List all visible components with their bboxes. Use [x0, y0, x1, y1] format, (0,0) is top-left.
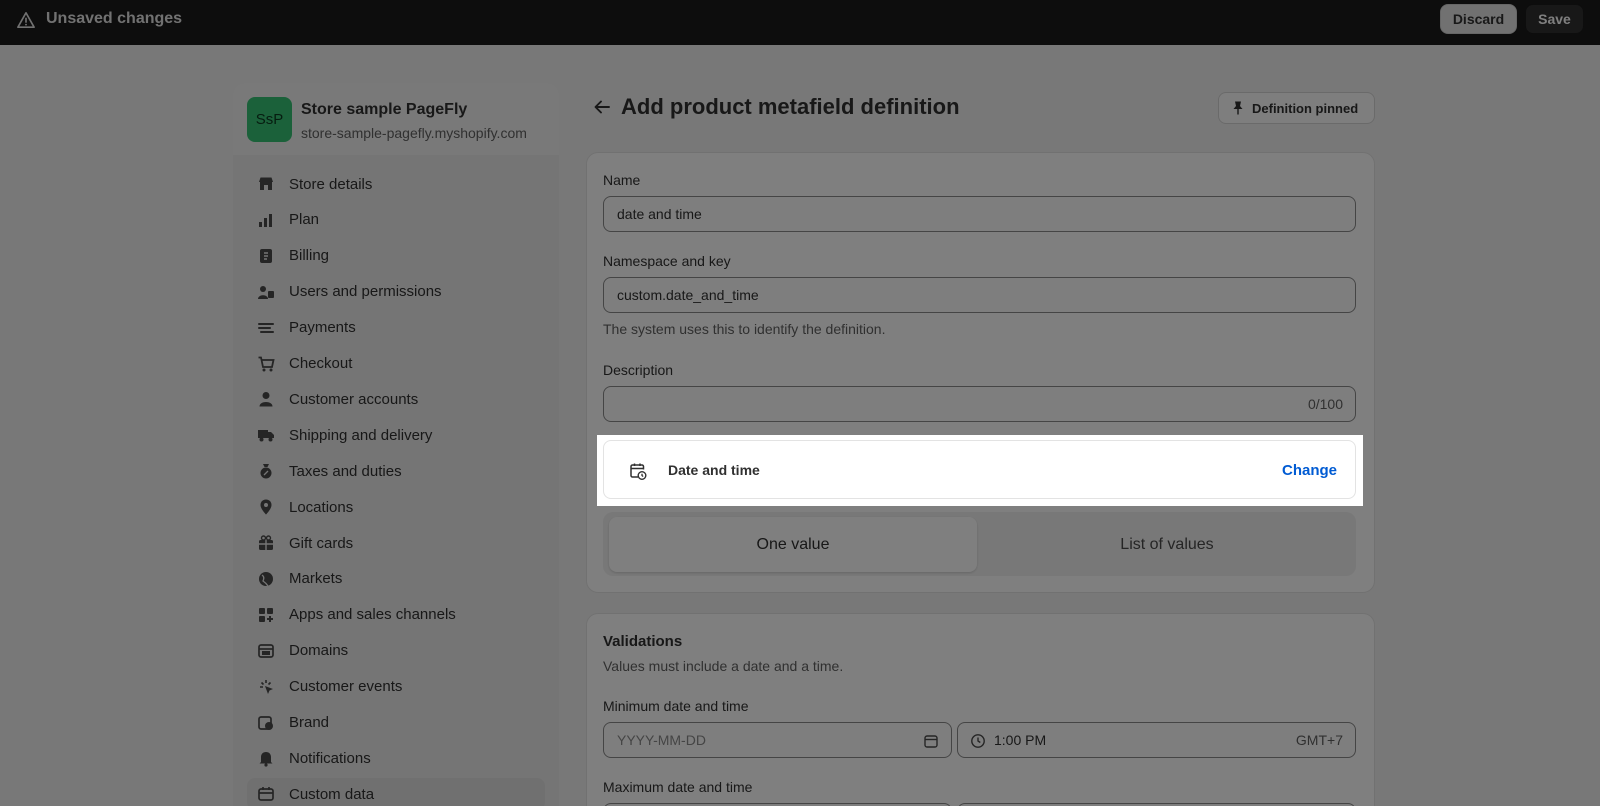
sidebar-item-billing[interactable]: Billing	[247, 240, 545, 272]
sidebar-item-locations[interactable]: Locations	[247, 491, 545, 523]
pin-icon	[1233, 101, 1243, 115]
store-header[interactable]: SsP Store sample PageFly store-sample-pa…	[233, 83, 559, 155]
min-date-placeholder: YYYY-MM-DD	[617, 732, 706, 748]
sidebar-item-gift-cards[interactable]: Gift cards	[247, 527, 545, 559]
sidebar-item-label: Customer events	[289, 678, 403, 696]
store-name: Store sample PageFly	[301, 101, 468, 118]
cart-icon	[258, 356, 275, 371]
custom-data-icon	[258, 787, 274, 802]
sidebar-item-markets[interactable]: Markets	[247, 563, 545, 595]
change-type-link[interactable]: Change	[1282, 462, 1337, 479]
sidebar-item-label: Checkout	[289, 355, 353, 372]
min-date-label: Minimum date and time	[603, 698, 749, 714]
unsaved-changes-bar: Unsaved changes Discard Save	[0, 0, 1600, 45]
validations-title: Validations	[603, 633, 683, 650]
clock-icon	[971, 734, 985, 748]
timezone-label: GMT+7	[1295, 732, 1343, 748]
globe-icon	[259, 571, 273, 587]
sidebar-item-label: Notifications	[289, 749, 371, 767]
sidebar-item-label: Brand	[289, 714, 330, 731]
sidebar-item-label: Locations	[289, 498, 354, 516]
name-input-value: date and time	[617, 206, 702, 222]
sidebar-item-apps-and-sales-channels[interactable]: Apps and sales channels	[247, 599, 545, 631]
namespace-help: The system uses this to identify the def…	[603, 321, 886, 337]
sidebar-item-label: Domains	[289, 642, 349, 660]
truck-icon	[258, 430, 274, 442]
namespace-label: Namespace and key	[603, 253, 731, 269]
min-time-value: 1:00 PM	[994, 732, 1047, 748]
sidebar-item-brand[interactable]: Brand	[247, 707, 545, 739]
payments-icon	[258, 322, 274, 333]
billing-icon	[260, 248, 272, 263]
sidebar-item-label: Store details	[289, 175, 373, 193]
calendar-time-icon	[630, 463, 647, 480]
apps-icon	[259, 607, 273, 622]
person-icon	[259, 392, 273, 407]
sidebar-item-store-details[interactable]: Store details	[247, 168, 545, 200]
sidebar-item-label: Payments	[289, 319, 356, 337]
cursor-icon	[260, 679, 273, 694]
sidebar-item-plan[interactable]: Plan	[247, 204, 545, 236]
type-selector: Date and time Change	[603, 440, 1356, 499]
sidebar-item-notifications[interactable]: Notifications	[247, 742, 545, 774]
sidebar-item-label: Gift cards	[289, 534, 354, 552]
discard-button[interactable]: Discard	[1440, 4, 1517, 34]
sidebar-item-checkout[interactable]: Checkout	[247, 348, 545, 380]
definition-pinned-button[interactable]: Definition pinned	[1218, 92, 1375, 124]
one-value-option[interactable]: One value	[609, 517, 977, 572]
sidebar-item-label: Custom data	[289, 785, 375, 803]
unsaved-changes-title: Unsaved changes	[46, 10, 183, 27]
name-label: Name	[603, 172, 641, 188]
validations-help: Values must include a date and a time.	[603, 658, 844, 674]
description-counter: 0/100	[1307, 396, 1343, 412]
description-label: Description	[603, 362, 674, 378]
plan-icon	[259, 213, 272, 227]
list-of-values-option[interactable]: List of values	[983, 517, 1351, 572]
gift-icon	[259, 535, 273, 550]
sidebar-item-taxes-and-duties[interactable]: Taxes and duties	[247, 455, 545, 487]
sidebar-item-custom-data[interactable]: Custom data	[247, 778, 545, 806]
store-icon	[259, 177, 273, 190]
sidebar-item-label: Apps and sales channels	[289, 606, 456, 624]
min-date-input[interactable]: YYYY-MM-DD	[603, 722, 952, 758]
location-icon	[260, 499, 272, 515]
settings-sidebar: SsP Store sample PageFly store-sample-pa…	[233, 83, 559, 806]
type-label: Date and time	[668, 462, 760, 478]
tax-icon	[260, 464, 272, 479]
brand-icon	[258, 715, 273, 730]
page-title: Add product metafield definition	[621, 94, 960, 119]
store-url: store-sample-pagefly.myshopify.com	[301, 125, 527, 141]
sidebar-item-label: Markets	[289, 570, 343, 588]
value-count-toggle: One value List of values	[603, 512, 1356, 576]
sidebar-item-label: Shipping and delivery	[289, 426, 433, 444]
calendar-icon[interactable]	[923, 733, 939, 749]
sidebar-item-customer-accounts[interactable]: Customer accounts	[247, 383, 545, 415]
sidebar-item-label: Taxes and duties	[289, 462, 402, 480]
sidebar-item-payments[interactable]: Payments	[247, 312, 545, 344]
sidebar-item-label: Billing	[289, 247, 330, 265]
definition-pinned-label: Definition pinned	[1252, 100, 1359, 116]
sidebar-item-customer-events[interactable]: Customer events	[247, 671, 545, 703]
max-date-label: Maximum date and time	[603, 779, 753, 795]
sidebar-item-label: Users and permissions	[289, 283, 442, 301]
description-input[interactable]: 0/100	[603, 386, 1356, 422]
namespace-input-value: custom.date_and_time	[617, 287, 759, 303]
store-avatar: SsP	[247, 97, 292, 142]
warning-icon	[17, 11, 35, 29]
name-input[interactable]: date and time	[603, 196, 1356, 232]
sidebar-item-users-and-permissions[interactable]: Users and permissions	[247, 276, 545, 308]
domain-icon	[258, 643, 274, 658]
sidebar-item-shipping-and-delivery[interactable]: Shipping and delivery	[247, 419, 545, 451]
save-button[interactable]: Save	[1525, 4, 1584, 34]
back-arrow-icon[interactable]	[592, 97, 612, 117]
bell-icon	[259, 752, 273, 767]
sidebar-item-domains[interactable]: Domains	[247, 635, 545, 667]
users-icon	[258, 285, 274, 299]
namespace-input[interactable]: custom.date_and_time	[603, 277, 1356, 313]
sidebar-item-label: Customer accounts	[289, 390, 419, 408]
sidebar-item-label: Plan	[289, 211, 320, 229]
min-time-input[interactable]: 1:00 PM GMT+7	[957, 722, 1356, 758]
